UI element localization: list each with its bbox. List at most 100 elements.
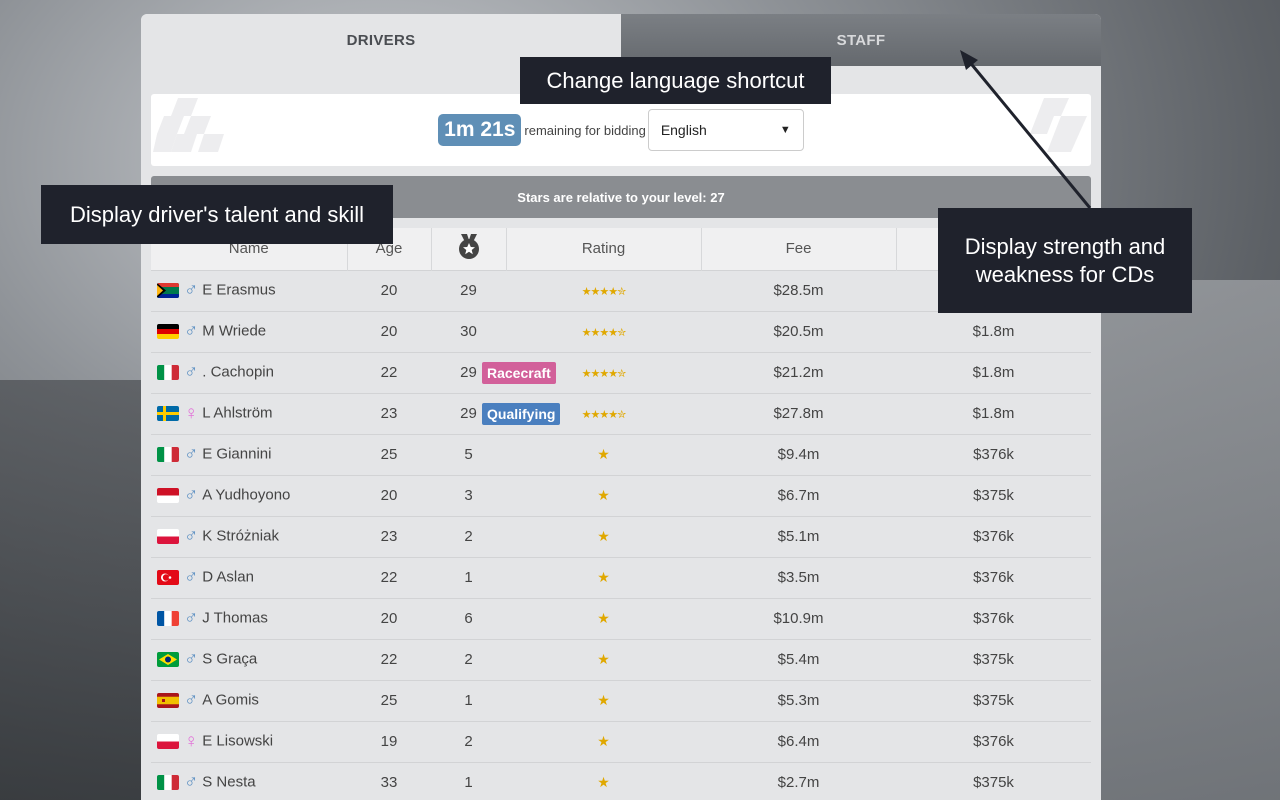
cd-badge[interactable]: Racecraft [482,361,556,384]
flag-icon-de [157,324,179,339]
star-rating-icon: ★ [597,610,610,626]
driver-age: 22 [347,556,431,598]
bidding-box: 1m 21s remaining for bidding English ▼ [151,94,1091,166]
male-icon: ♂ [184,690,199,711]
column-header-talent[interactable] [431,228,507,270]
flag-icon-es [157,693,179,708]
male-icon: ♂ [184,772,199,794]
driver-name-cell: ♂ D Aslan [151,556,347,598]
driver-fee: $6.7m [701,474,896,516]
talent-value: 2 [464,528,473,545]
driver-name-cell: ♂ A Yudhoyono [151,474,347,516]
driver-rating: ★ [506,515,701,557]
talent-value: 5 [464,446,473,463]
star-rating-icon: ★ [597,487,610,503]
table-row[interactable]: ♂ D Aslan 22 1 ★ $3.5m $376k [151,556,1091,598]
driver-name[interactable]: A Gomis [202,691,259,708]
talent-value: 6 [464,610,473,627]
driver-name[interactable]: S Graça [202,650,257,667]
driver-rating: ★ [506,556,701,598]
driver-age: 23 [347,515,431,557]
male-icon: ♂ [184,649,199,670]
talent-value: 29 [460,364,477,381]
driver-fee: $9.4m [701,433,896,475]
driver-name[interactable]: K Stróżniak [202,527,279,544]
star-rating-icon: ★ [597,733,610,749]
driver-age: 22 [347,351,431,393]
driver-name-cell: ♀ E Lisowski [151,720,347,762]
language-select[interactable]: English ▼ [647,109,804,151]
driver-salary: $376k [896,515,1091,557]
driver-salary: $1.8m [896,310,1091,352]
flag-icon-tr [157,570,179,585]
star-rating-icon: ★ [597,692,610,708]
table-row[interactable]: ♀ L Ahlström 23 29 Qualifying ★★★★✮ $27.8m $1.8… [151,392,1091,434]
driver-name-cell: ♂ S Graça [151,638,347,680]
driver-age: 20 [347,269,431,311]
driver-fee: $28.5m [701,269,896,311]
table-row[interactable]: ♂ A Gomis 25 1 ★ $5.3m $375k [151,679,1091,721]
flag-icon-it [157,447,179,462]
driver-fee: $5.4m [701,638,896,680]
language-selected-value: English [660,122,707,138]
driver-age: 23 [347,392,431,434]
flag-icon-it [157,365,179,380]
male-icon: ♂ [184,567,199,588]
driver-talent: 2 [431,638,506,680]
driver-salary: $376k [896,597,1091,639]
column-header-fee[interactable]: Fee [701,228,897,270]
driver-rating: ★ [506,761,701,800]
driver-rating: Qualifying ★★★★✮ [482,392,701,434]
driver-name[interactable]: . Cachopin [202,363,274,380]
driver-fee: $20.5m [701,310,896,352]
flag-icon-fr [157,611,179,626]
table-row[interactable]: ♀ E Lisowski 19 2 ★ $6.4m $376k [151,720,1091,762]
driver-name-cell: ♂ A Gomis [151,679,347,721]
driver-name[interactable]: E Erasmus [202,281,275,298]
driver-name[interactable]: L Ahlström [202,404,272,421]
male-icon: ♂ [184,321,199,342]
driver-age: 25 [347,679,431,721]
table-row[interactable]: ♂ S Nesta 33 1 ★ $2.7m $375k [151,761,1091,800]
table-row[interactable]: ♂ A Yudhoyono 20 3 ★ $6.7m $375k [151,474,1091,516]
driver-name[interactable]: M Wriede [202,322,266,339]
star-rating-icon: ★ [597,446,610,462]
driver-fee: $3.5m [701,556,896,598]
driver-name[interactable]: A Yudhoyono [202,486,290,503]
table-row[interactable]: ♂ E Giannini 25 5 ★ $9.4m $376k [151,433,1091,475]
driver-rating: ★ [506,679,701,721]
driver-talent: 29 [431,269,506,311]
driver-talent: 6 [431,597,506,639]
driver-name[interactable]: D Aslan [202,568,254,585]
star-rating-icon: ★ [597,651,610,667]
table-row[interactable]: ♂. Cachopin 22 29 Racecraft ★★★★✮ $21.2m $1.8m [151,351,1091,393]
flag-icon-se [157,406,179,421]
star-rating-icon: ★ [597,774,610,791]
driver-name-cell: ♂ S Nesta [151,761,347,800]
driver-rating: ★ [506,638,701,680]
driver-name[interactable]: E Giannini [202,445,271,462]
male-icon: ♂ [184,444,199,465]
background-shape [1100,280,1280,800]
flag-icon-br [157,652,179,667]
driver-name[interactable]: E Lisowski [202,732,273,749]
talent-value: 3 [464,487,473,504]
driver-name-cell: ♂ K Stróżniak [151,515,347,557]
driver-age: 33 [347,761,431,800]
driver-name[interactable]: S Nesta [202,774,255,791]
table-row[interactable]: ♂ S Graça 22 2 ★ $5.4m $375k [151,638,1091,680]
flag-icon-pl [157,529,179,544]
table-row[interactable]: ♂ J Thomas 20 6 ★ $10.9m $376k [151,597,1091,639]
driver-rating: ★ [506,720,701,762]
cd-badge[interactable]: Qualifying [482,402,561,425]
table-row[interactable]: ♂ M Wriede 20 30 ★★★★✮ $20.5m $1.8m [151,310,1091,352]
checkered-flag-icon [1030,98,1087,152]
driver-name[interactable]: J Thomas [202,609,268,626]
female-icon: ♀ [184,731,199,752]
remaining-label: remaining for bidding [524,122,646,138]
table-row[interactable]: ♂ K Stróżniak 23 2 ★ $5.1m $376k [151,515,1091,557]
column-header-rating[interactable]: Rating [506,228,702,270]
driver-age: 22 [347,638,431,680]
driver-talent: 2 [431,720,506,762]
driver-age: 20 [347,597,431,639]
